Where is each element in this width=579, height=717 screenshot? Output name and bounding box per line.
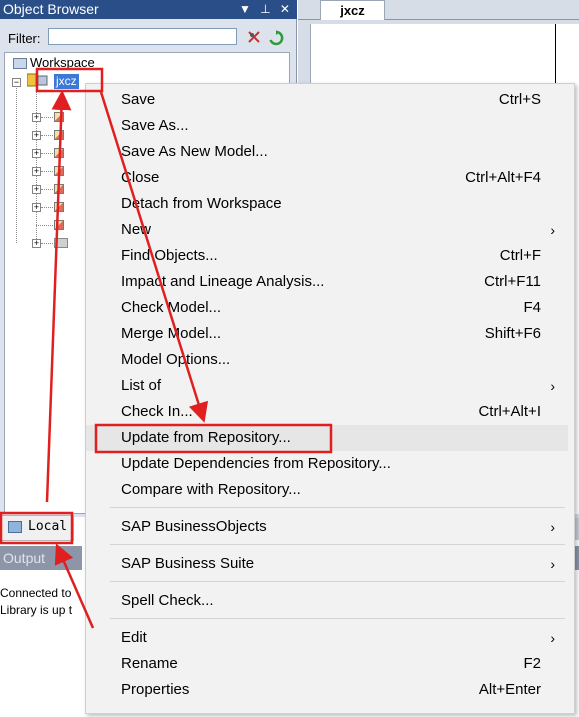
menu-item-update-dependencies-from-repository[interactable]: Update Dependencies from Repository... xyxy=(86,451,568,477)
filter-input[interactable] xyxy=(48,28,237,45)
package-icon xyxy=(54,202,64,212)
menu-item-save-as[interactable]: Save As... xyxy=(86,113,568,139)
output-title: Output xyxy=(3,550,46,566)
package-icon xyxy=(54,112,64,122)
output-title-bar: Output xyxy=(0,546,82,570)
menu-item-new[interactable]: New › xyxy=(86,217,568,243)
local-icon xyxy=(8,521,22,533)
submenu-arrow-icon: › xyxy=(550,378,555,394)
menu-separator xyxy=(110,507,565,508)
menu-item-find-objects[interactable]: Find Objects... Ctrl+F xyxy=(86,243,568,269)
package-icon xyxy=(54,184,64,194)
model-node-jxcz[interactable]: jxcz xyxy=(54,74,79,89)
menu-item-merge-model[interactable]: Merge Model... Shift+F6 xyxy=(86,321,568,347)
expand-toggle[interactable]: + xyxy=(32,203,41,212)
menu-item-model-options[interactable]: Model Options... xyxy=(86,347,568,373)
menu-item-edit[interactable]: Edit › xyxy=(86,625,568,651)
object-browser-title-bar: Object Browser ▼ ⊥ ✕ xyxy=(0,0,297,19)
package-icon xyxy=(54,130,64,140)
clear-filter-icon[interactable] xyxy=(247,30,261,44)
menu-item-close[interactable]: Close Ctrl+Alt+F4 xyxy=(86,165,568,191)
local-tab-label: Local xyxy=(28,519,68,534)
menu-separator xyxy=(110,581,565,582)
model-icon xyxy=(26,73,48,88)
menu-item-save-as-new-model[interactable]: Save As New Model... xyxy=(86,139,568,165)
output-line: Connected to xyxy=(0,586,72,600)
expand-toggle[interactable]: + xyxy=(32,113,41,122)
package-icon xyxy=(54,166,64,176)
menu-separator xyxy=(110,618,565,619)
menu-item-sap-business-suite[interactable]: SAP Business Suite › xyxy=(86,551,568,577)
refresh-icon[interactable] xyxy=(268,30,284,46)
menu-item-check-model[interactable]: Check Model... F4 xyxy=(86,295,568,321)
menu-item-save[interactable]: Save Ctrl+S xyxy=(86,87,568,113)
menu-item-sap-businessobjects[interactable]: SAP BusinessObjects › xyxy=(86,514,568,540)
menu-item-check-in[interactable]: Check In... Ctrl+Alt+I xyxy=(86,399,568,425)
menu-item-compare-with-repository[interactable]: Compare with Repository... xyxy=(86,477,568,503)
menu-separator xyxy=(110,544,565,545)
menu-item-properties[interactable]: Properties Alt+Enter xyxy=(86,677,568,703)
menu-item-update-from-repository[interactable]: Update from Repository... xyxy=(86,425,568,451)
menu-item-rename[interactable]: Rename F2 xyxy=(86,651,568,677)
submenu-arrow-icon: › xyxy=(550,556,555,572)
package-icon xyxy=(54,148,64,158)
workspace-label[interactable]: Workspace xyxy=(30,55,95,70)
filter-label: Filter: xyxy=(8,31,41,46)
package-icon xyxy=(54,220,64,230)
expand-toggle[interactable]: + xyxy=(32,239,41,248)
workspace-icon xyxy=(13,58,27,69)
menu-item-impact-lineage-analysis[interactable]: Impact and Lineage Analysis... Ctrl+F11 xyxy=(86,269,568,295)
object-browser-title: Object Browser xyxy=(3,1,99,17)
menu-item-spell-check[interactable]: Spell Check... xyxy=(86,588,568,614)
collapse-toggle[interactable]: − xyxy=(12,78,21,87)
menu-item-detach-from-workspace[interactable]: Detach from Workspace xyxy=(86,191,568,217)
submenu-arrow-icon: › xyxy=(550,222,555,238)
submenu-arrow-icon: › xyxy=(550,630,555,646)
panel-controls[interactable]: ▼ ⊥ ✕ xyxy=(239,0,293,19)
menu-item-list-of[interactable]: List of › xyxy=(86,373,568,399)
expand-toggle[interactable]: + xyxy=(32,167,41,176)
expand-toggle[interactable]: + xyxy=(32,185,41,194)
expand-toggle[interactable]: + xyxy=(32,149,41,158)
folder-icon xyxy=(54,238,68,248)
expand-toggle[interactable]: + xyxy=(32,131,41,140)
submenu-arrow-icon: › xyxy=(550,519,555,535)
output-line: Library is up t xyxy=(0,603,73,617)
document-tab[interactable]: jxcz xyxy=(320,0,385,20)
